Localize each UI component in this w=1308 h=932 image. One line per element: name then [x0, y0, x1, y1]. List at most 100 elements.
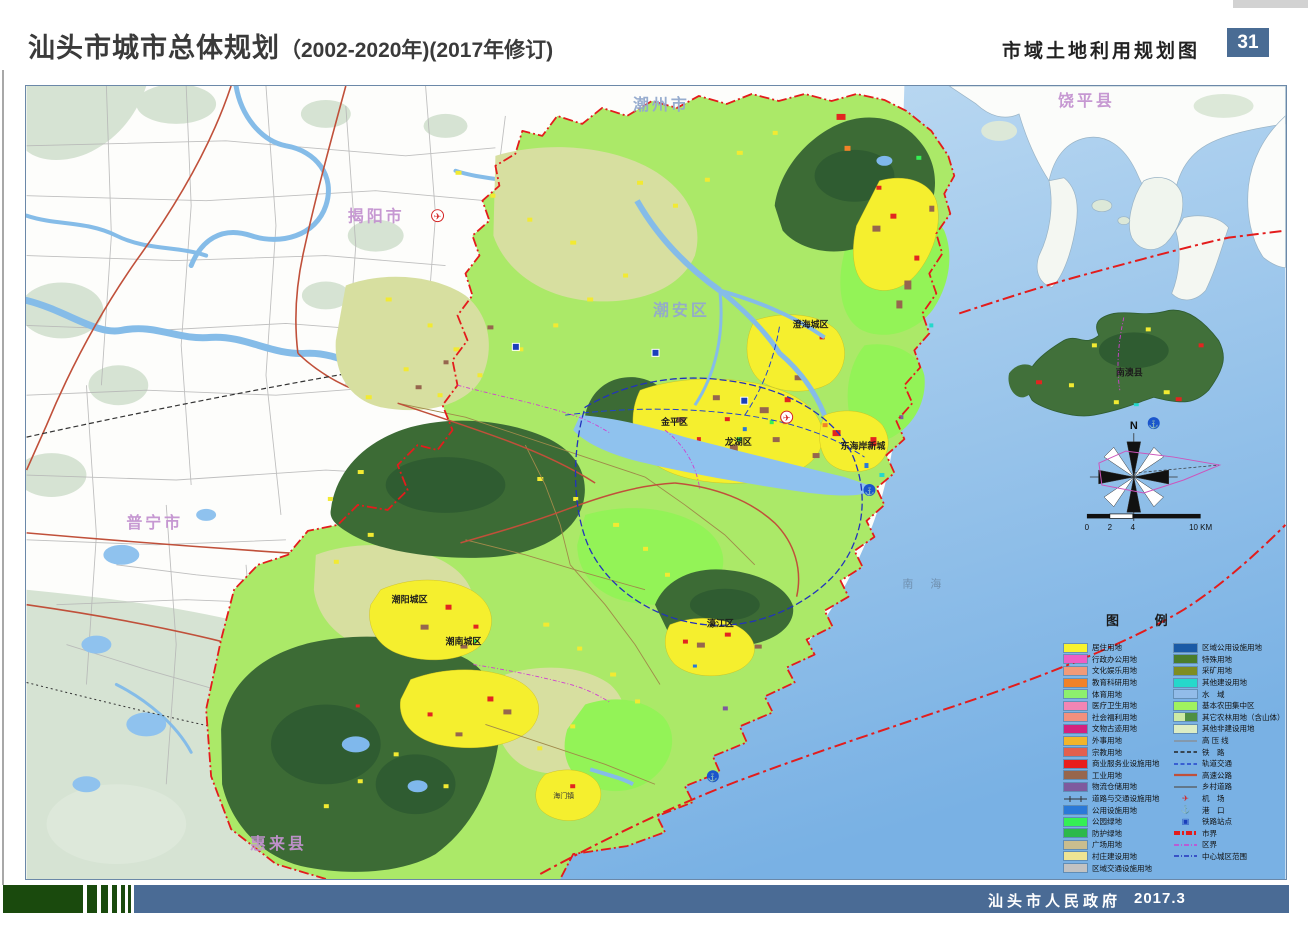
legend-swatch: [1174, 829, 1197, 837]
page-title: 汕头市城市总体规划（2002-2020年)(2017年修订): [28, 26, 553, 65]
legend-label: 外事用地: [1092, 735, 1122, 746]
legend-swatch: [1174, 725, 1197, 733]
legend-label: 轨道交通: [1202, 758, 1232, 769]
legend-label: 物流仓储用地: [1092, 781, 1137, 792]
legend-swatch: ▣: [1174, 818, 1197, 826]
legend-label: 医疗卫生用地: [1092, 700, 1137, 711]
plan-page: { "header": { "title": "汕头市城市总体规划", "tit…: [0, 0, 1308, 932]
legend-swatch: [1064, 760, 1087, 768]
legend-label: 体育用地: [1092, 689, 1122, 700]
legend-label: 铁 路: [1202, 747, 1225, 758]
legend-swatch: [1064, 655, 1087, 663]
place-label: 东海岸新城: [841, 440, 886, 451]
legend-item: ✈机 场: [1174, 793, 1280, 805]
place-label: 普宁市: [126, 513, 183, 532]
legend-label: 中心城区范围: [1202, 851, 1247, 862]
legend-label: 公用设施用地: [1092, 805, 1137, 816]
legend-label: 居住用地: [1092, 642, 1122, 653]
legend-label: 文物古迹用地: [1092, 723, 1137, 734]
legend-swatch: [1174, 841, 1197, 849]
legend-item: 社会福利用地: [1064, 712, 1172, 724]
legend-item: 市界: [1174, 828, 1280, 840]
footer-bar: 汕头市人民政府 2017.3: [134, 885, 1289, 913]
place-label: 潮州市: [633, 95, 690, 114]
legend-label: 区界: [1202, 839, 1217, 850]
port-icon: ⚓: [1149, 419, 1159, 429]
legend-item: 轨道交通: [1174, 758, 1280, 770]
legend-column-left: 居住用地行政办公用地文化娱乐用地教育科研用地体育用地医疗卫生用地社会福利用地文物…: [1064, 642, 1172, 874]
legend-label: 区域交通设施用地: [1092, 863, 1152, 874]
legend-swatch: [1174, 702, 1197, 710]
legend-item: 其他建设用地: [1174, 677, 1280, 689]
port-icon: ⚓: [864, 486, 874, 496]
footer-stripe: [87, 885, 97, 913]
legend-label: 水 域: [1202, 689, 1225, 700]
legend-item: 道路与交通设施用地: [1064, 793, 1172, 805]
footer-stripe: [128, 885, 131, 913]
scale-tick-0: 0: [1085, 523, 1090, 532]
left-rule: [2, 70, 4, 885]
legend-label: 村庄建设用地: [1092, 851, 1137, 862]
legend-item: 区界: [1174, 839, 1280, 851]
legend-item: 体育用地: [1064, 688, 1172, 700]
legend-label: 铁路站点: [1202, 816, 1232, 827]
legend-column-right: 区域公用设施用地特殊用地采矿用地其他建设用地水 域基本农田集中区其它农林用地（含…: [1174, 642, 1280, 862]
legend-swatch: [1174, 713, 1197, 721]
legend-swatch: [1064, 679, 1087, 687]
legend-item: 广场用地: [1064, 839, 1172, 851]
legend-item: 宗教用地: [1064, 746, 1172, 758]
legend-label: 工业用地: [1092, 770, 1122, 781]
airport-icon: ✈: [434, 212, 442, 222]
legend-label: 采矿用地: [1202, 665, 1232, 676]
legend-item: 村庄建设用地: [1064, 851, 1172, 863]
place-label: 潮安区: [653, 300, 710, 319]
publisher: 汕头市人民政府: [988, 890, 1121, 911]
legend-label: 高速公路: [1202, 770, 1232, 781]
legend-item: 物流仓储用地: [1064, 781, 1172, 793]
legend-item: 文物古迹用地: [1064, 723, 1172, 735]
legend-label: 乡村道路: [1202, 781, 1232, 792]
footer-green-block: [3, 885, 83, 913]
legend-item: 教育科研用地: [1064, 677, 1172, 689]
legend-swatch: [1174, 771, 1197, 779]
legend-item: 外事用地: [1064, 735, 1172, 747]
legend-item: 其他非建设用地: [1174, 723, 1280, 735]
legend-label: 文化娱乐用地: [1092, 665, 1137, 676]
plan-title-suffix: （2002-2020年)(2017年修订): [280, 39, 553, 62]
legend-item: 中心城区范围: [1174, 851, 1280, 863]
legend-label: 社会福利用地: [1092, 712, 1137, 723]
legend-swatch: [1064, 829, 1087, 837]
publish-date: 2017.3: [1134, 890, 1186, 907]
legend-item: 公园绿地: [1064, 816, 1172, 828]
legend-label: 其它农林用地（含山体）: [1202, 712, 1285, 723]
legend-item: ▣ 铁路站点: [1174, 816, 1280, 828]
legend-swatch: [1174, 667, 1197, 675]
scale-tick-2: 2: [1108, 523, 1113, 532]
legend-label: 行政办公用地: [1092, 654, 1137, 665]
legend-item: 居住用地: [1064, 642, 1172, 654]
place-label: 金平区: [660, 416, 688, 427]
legend-item: 采矿用地: [1174, 665, 1280, 677]
scale-tick-4: 4: [1131, 523, 1136, 532]
place-label: 南澳县: [1116, 366, 1143, 377]
legend-swatch: [1064, 737, 1087, 745]
legend-label: 基本农田集中区: [1202, 700, 1255, 711]
legend-item: 商业服务业设施用地: [1064, 758, 1172, 770]
legend-swatch: [1064, 864, 1087, 872]
legend-swatch: [1064, 644, 1087, 652]
legend-item: 特殊用地: [1174, 654, 1280, 666]
place-label: 揭阳市: [348, 207, 405, 226]
place-label: 惠来县: [250, 834, 307, 853]
place-label: 海门镇: [553, 791, 574, 800]
legend-item: 医疗卫生用地: [1064, 700, 1172, 712]
map-title: 市域土地利用规划图: [1002, 36, 1200, 63]
legend-item: 工业用地: [1064, 770, 1172, 782]
legend-swatch: [1174, 760, 1197, 768]
legend-swatch: [1174, 644, 1197, 652]
legend-label: 高 压 线: [1202, 735, 1229, 746]
legend-swatch: [1174, 679, 1197, 687]
legend-item: 其它农林用地（含山体）: [1174, 712, 1280, 724]
legend-swatch: [1064, 702, 1087, 710]
legend-swatch: [1064, 806, 1087, 814]
place-label: 饶平县: [1058, 91, 1115, 110]
